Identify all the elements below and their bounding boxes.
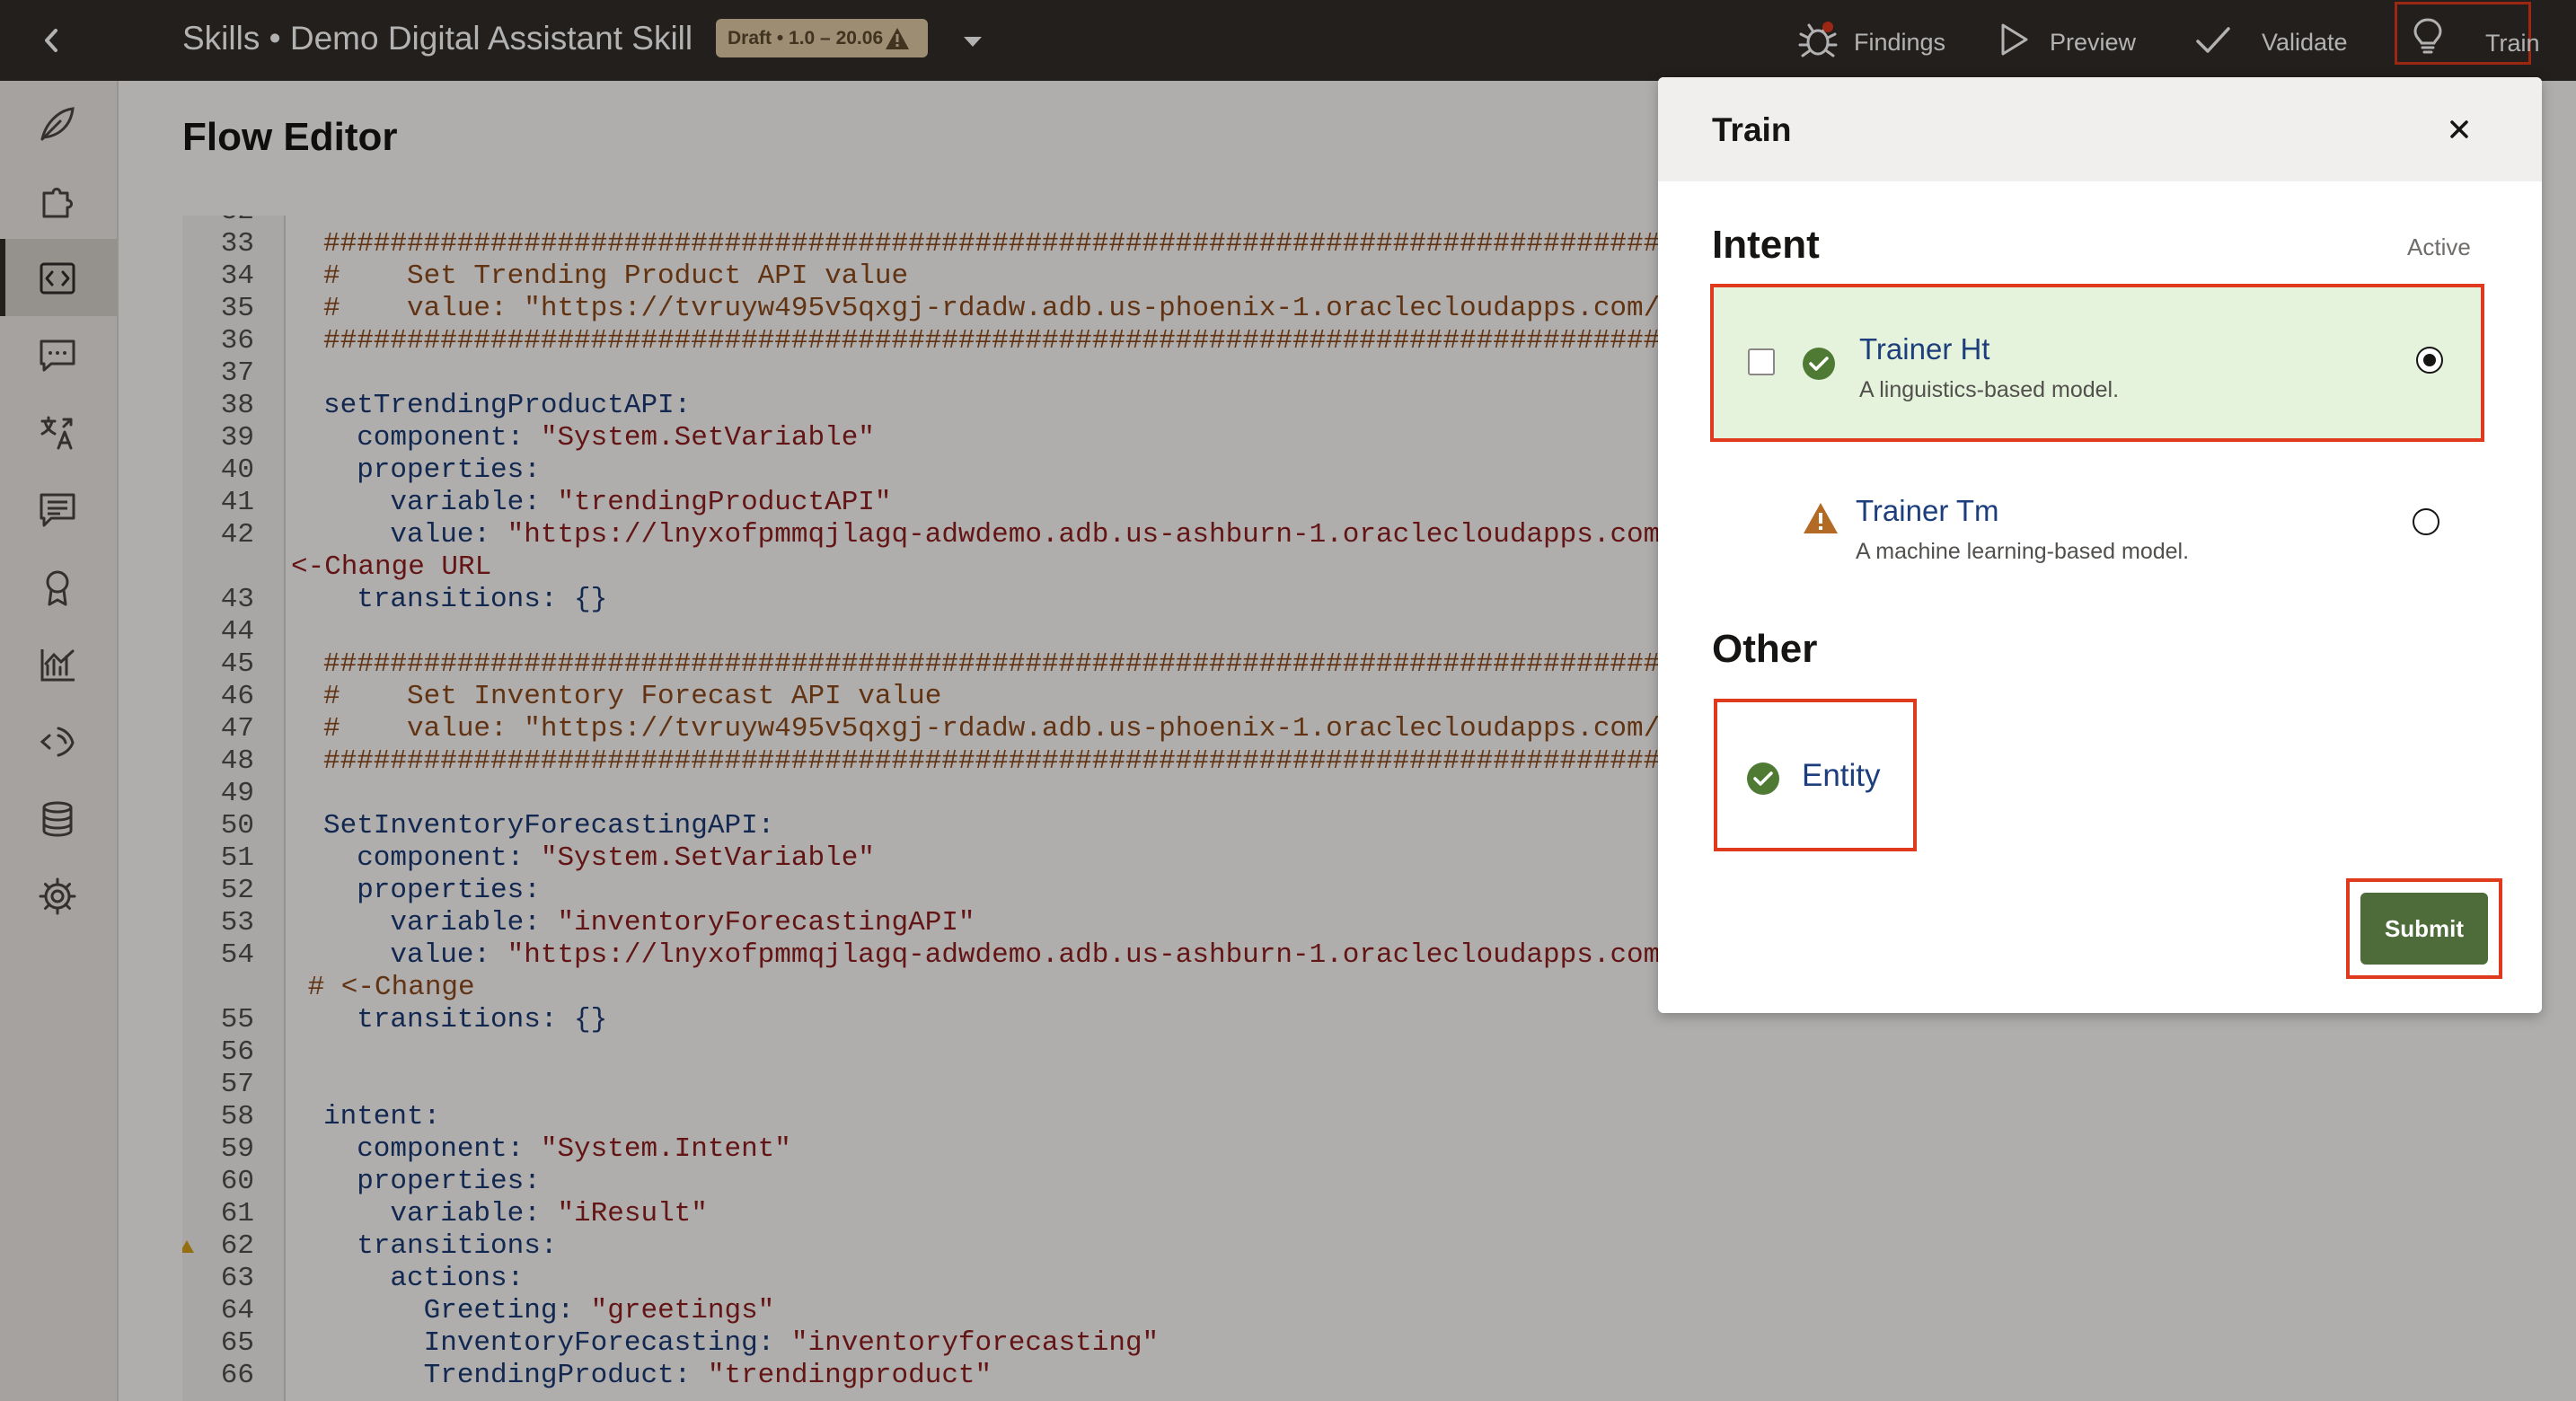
trainer-ht-name: Trainer Ht: [1859, 332, 1990, 366]
dialog-title: Train: [1712, 111, 1792, 148]
trainer-ht-active-radio[interactable]: [2416, 347, 2443, 374]
trainer-ht-checkbox[interactable]: [1748, 348, 1775, 375]
trainer-ht-option[interactable]: Trainer Ht A linguistics-based model.: [1710, 284, 2484, 442]
entity-option[interactable]: Entity: [1714, 699, 1917, 851]
warning-icon: [1804, 503, 1838, 533]
trainer-tm-active-radio[interactable]: [2413, 508, 2439, 535]
close-icon: [2450, 120, 2468, 138]
submit-highlight: Submit: [2346, 878, 2502, 979]
success-check-icon: [1747, 762, 1779, 795]
active-column-label: Active: [2407, 234, 2471, 260]
trainer-tm-option[interactable]: Trainer Tm A machine learning-based mode…: [1710, 445, 2484, 604]
trainer-tm-name: Trainer Tm: [1856, 494, 1999, 527]
entity-label: Entity: [1802, 758, 1881, 793]
trainer-ht-description: A linguistics-based model.: [1859, 377, 2120, 402]
close-button[interactable]: [2439, 110, 2479, 149]
trainer-tm-description: A machine learning-based model.: [1856, 539, 2190, 564]
submit-button[interactable]: Submit: [2360, 893, 2488, 965]
other-section-title: Other: [1712, 627, 1818, 671]
dialog-header: Train: [1658, 77, 2542, 181]
train-dialog: Train Intent Active Trainer Ht A linguis…: [1658, 77, 2542, 1013]
success-check-icon: [1803, 348, 1835, 380]
intent-section-title: Intent: [1712, 223, 1820, 267]
